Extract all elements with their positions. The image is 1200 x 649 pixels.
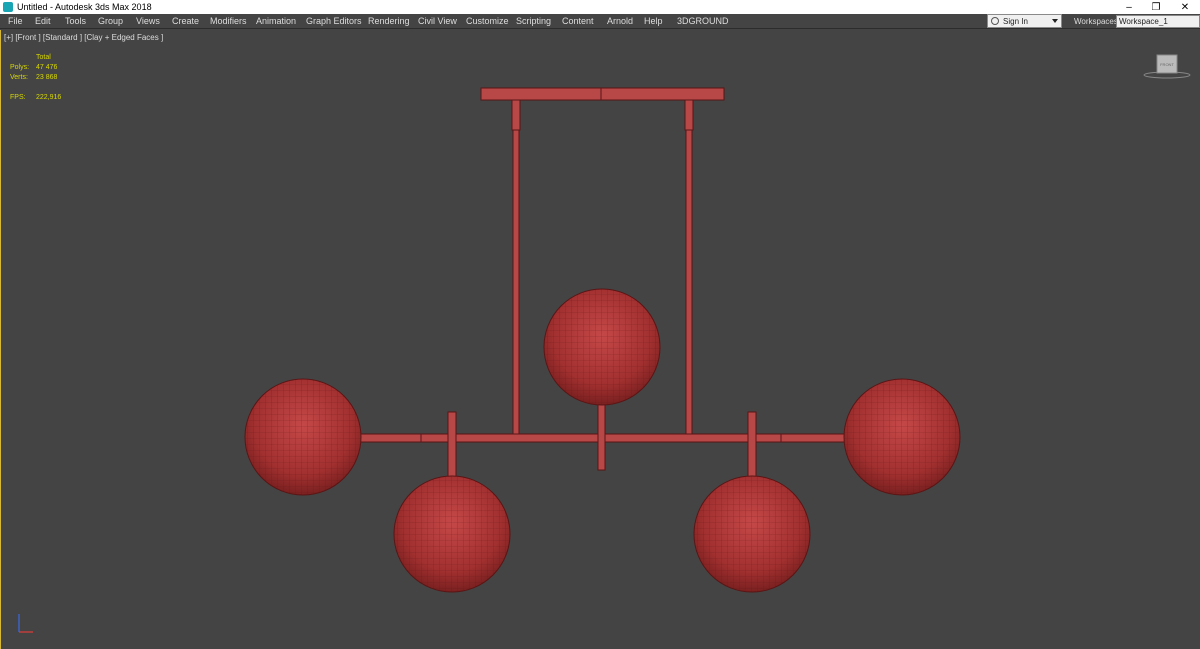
globe-top-center: [543, 288, 661, 406]
viewport-label[interactable]: [+] [Front ] [Standard ] [Clay + Edged F…: [4, 33, 163, 42]
axis-gizmo-icon: [18, 614, 33, 633]
menu-tools[interactable]: Tools: [65, 15, 86, 27]
verts-label: Verts:: [10, 74, 28, 81]
user-icon: [991, 17, 999, 25]
stats-header: Total: [36, 54, 51, 61]
minimize-button[interactable]: –: [1114, 0, 1144, 14]
polys-value: 47 476: [36, 64, 58, 71]
workspace-select[interactable]: Workspace_1: [1116, 15, 1200, 28]
title-bar: Untitled - Autodesk 3ds Max 2018 – ❐ ✕: [0, 0, 1200, 14]
suspension-rod-right: [685, 129, 693, 437]
suspension-rod-left: [512, 129, 520, 437]
menu-arnold[interactable]: Arnold: [607, 15, 633, 27]
ceiling-canopy: [480, 87, 725, 101]
sign-in-label: Sign In: [1003, 16, 1028, 26]
polys-label: Polys:: [10, 64, 30, 71]
menu-modifiers[interactable]: Modifiers: [210, 15, 247, 27]
rod-connector-right: [684, 99, 694, 131]
statistics-overlay: Total Polys: 47 476 Verts: 23 868 FPS: 222,…: [10, 53, 61, 103]
globe-lower-left: [393, 475, 511, 593]
verts-value: 23 868: [36, 74, 58, 81]
globe-lower-right: [693, 475, 811, 593]
front-viewport[interactable]: [+] [Front ] [Standard ] [Clay + Edged F…: [0, 30, 1200, 649]
globe-left: [244, 378, 362, 496]
viewcube-face-label: FRONT: [1160, 62, 1174, 67]
fps-label: FPS:: [10, 94, 26, 101]
menu-animation[interactable]: Animation: [256, 15, 296, 27]
chevron-down-icon: [1052, 19, 1058, 23]
app-icon: [3, 2, 13, 12]
sign-in-dropdown[interactable]: Sign In: [987, 14, 1062, 28]
menu-group[interactable]: Group: [98, 15, 123, 27]
center-stem: [597, 403, 606, 471]
fps-value: 222,916: [36, 94, 62, 101]
menu-file[interactable]: File: [8, 15, 23, 27]
menu-3dground[interactable]: 3DGROUND: [677, 15, 729, 27]
window-title: Untitled - Autodesk 3ds Max 2018: [17, 2, 152, 12]
chandelier-model[interactable]: [1, 30, 1200, 649]
workspaces-label: Workspaces:: [1074, 17, 1121, 26]
menu-create[interactable]: Create: [172, 15, 199, 27]
menu-scripting[interactable]: Scripting: [516, 15, 551, 27]
stem-lower-right: [747, 411, 757, 479]
restore-button[interactable]: ❐: [1141, 0, 1171, 14]
menu-edit[interactable]: Edit: [35, 15, 51, 27]
menu-civil-view[interactable]: Civil View: [418, 15, 457, 27]
viewcube-icon[interactable]: FRONT: [1143, 52, 1191, 80]
stem-lower-left: [447, 411, 457, 479]
menu-views[interactable]: Views: [136, 15, 160, 27]
menu-content[interactable]: Content: [562, 15, 594, 27]
globe-right: [843, 378, 961, 496]
close-button[interactable]: ✕: [1170, 0, 1200, 14]
menu-graph-editors[interactable]: Graph Editors: [306, 15, 362, 27]
menu-rendering[interactable]: Rendering: [368, 15, 410, 27]
menu-customize[interactable]: Customize: [466, 15, 509, 27]
menu-help[interactable]: Help: [644, 15, 663, 27]
rod-connector-left: [511, 99, 521, 131]
